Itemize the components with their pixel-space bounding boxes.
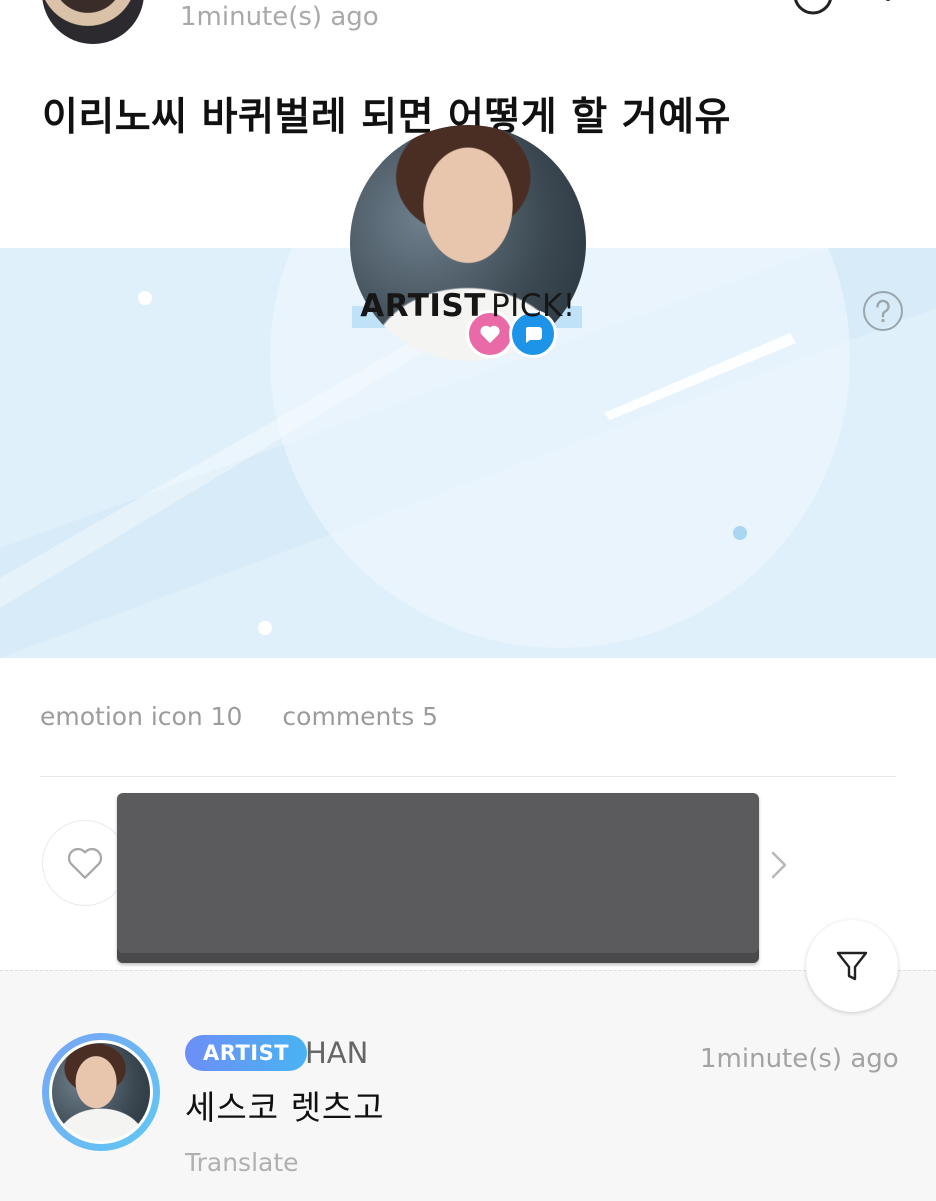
post-author-avatar[interactable] — [42, 0, 144, 44]
divider — [40, 776, 896, 777]
artist-pick-title-bold: ARTIST — [360, 288, 486, 324]
filter-button[interactable] — [806, 920, 898, 1012]
comment-timestamp: 1minute(s) ago — [700, 1044, 899, 1074]
more-options-icon[interactable] — [884, 0, 892, 14]
artist-pick-title: ARTIST PICK! — [0, 288, 936, 328]
artist-pick-banner: ARTIST PICK! — [0, 248, 936, 658]
post-stats: emotion icon 10 comments 5 — [40, 700, 470, 734]
filter-icon — [836, 951, 868, 981]
heart-outline-icon — [67, 847, 103, 879]
chevron-right-icon[interactable] — [768, 848, 790, 882]
question-circle-icon[interactable] — [862, 290, 904, 332]
translate-link[interactable]: Translate — [185, 1146, 299, 1180]
share-icon[interactable] — [792, 0, 834, 16]
comment-count[interactable]: comments 5 — [282, 702, 438, 731]
post-title: 이리노씨 바퀴벌레 되면 어떻게 할 거예유 — [42, 95, 731, 140]
artist-badge: ARTIST — [185, 1035, 308, 1071]
post-timestamp: 1minute(s) ago — [180, 2, 379, 32]
emotion-count[interactable]: emotion icon 10 — [40, 702, 242, 731]
redacted-area — [117, 793, 759, 963]
comment-text: 세스코 렛츠고 — [185, 1088, 385, 1127]
like-button[interactable] — [42, 820, 128, 906]
artist-pick-title-light: PICK! — [490, 288, 576, 324]
comment-author-name[interactable]: HAN — [305, 1034, 368, 1072]
comment-author-avatar[interactable] — [49, 1040, 153, 1144]
